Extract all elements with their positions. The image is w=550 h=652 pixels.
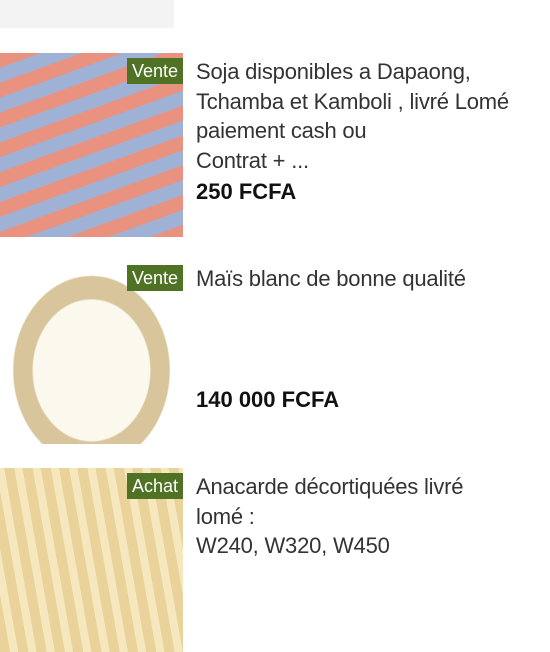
listing-type-badge: Achat [126,473,183,499]
listing-title[interactable]: Soja disponibles a Dapaong, Tchamba et K… [196,57,546,175]
listing-type-badge: Vente [126,58,183,84]
title-line: paiement cash ou [196,118,367,143]
listing-image[interactable]: Vente [0,260,183,444]
title-line: Tchamba et Kamboli , livré Lomé [196,88,509,114]
listing-price: 250 FCFA [196,179,297,204]
title-line: Contrat + ... [196,147,309,173]
listing-item[interactable]: Achat Anacarde décortiquées livré lomé :… [0,468,550,652]
listing-image[interactable]: Vente [0,53,183,237]
listing-price: 140 000 FCFA [196,387,340,412]
listing-item[interactable]: Vente Soja disponibles a Dapaong, Tchamb… [0,53,550,237]
previous-item-card [0,0,174,28]
listing-item[interactable]: Vente Maïs blanc de bonne qualité 140 00… [0,260,550,444]
title-line: lomé : [196,503,255,529]
listing-title[interactable]: Anacarde décortiquées livré lomé : W240,… [196,472,546,561]
title-line: Anacarde décortiquées livré [196,474,464,499]
listing-image[interactable]: Achat [0,468,183,652]
listing-title[interactable]: Maïs blanc de bonne qualité [196,264,546,294]
title-line: W240, W320, W450 [196,533,390,558]
title-line: Soja disponibles a Dapaong, [196,59,471,84]
title-line: Maïs blanc de bonne qualité [196,266,466,291]
listing-type-badge: Vente [126,265,183,291]
